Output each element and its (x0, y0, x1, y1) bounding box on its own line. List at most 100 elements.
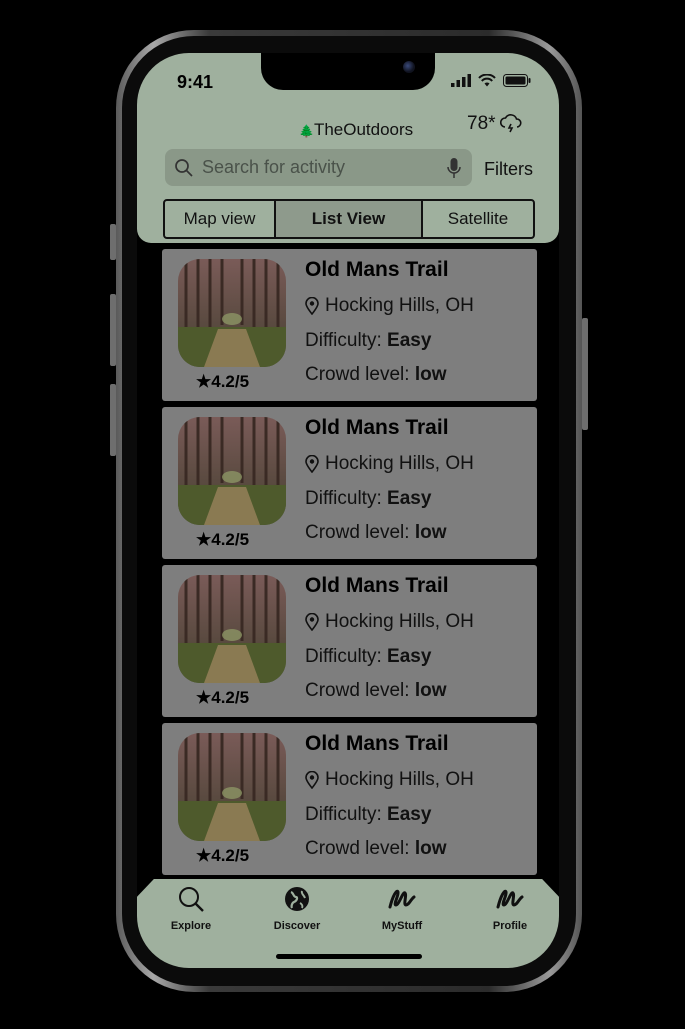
trail-name: Old Mans Trail (305, 574, 449, 597)
rating-value: 4.2/5 (211, 688, 250, 707)
rating-value: 4.2/5 (211, 846, 250, 865)
tab-mystuff[interactable]: MyStuff (362, 885, 442, 932)
crowd-value: low (414, 838, 447, 859)
trail-crowd: Crowd level: low (305, 364, 447, 386)
search-bar[interactable] (165, 149, 472, 186)
trail-crowd: Crowd level: low (305, 680, 447, 702)
signal-icon (451, 74, 471, 87)
camera-icon (403, 61, 415, 73)
tab-explore[interactable]: Explore (151, 885, 231, 932)
view-toggle: Map view List View Satellite (163, 199, 535, 239)
search-icon (175, 158, 193, 177)
trail-rating: ★4.2/5 (196, 372, 249, 392)
volume-up-button (110, 294, 116, 366)
crowd-value: low (414, 522, 447, 543)
screen: 9:41 🌲TheOutdoors 78* Search for activit… (137, 53, 559, 968)
power-button (582, 318, 588, 430)
crowd-label: Crowd level: (305, 364, 410, 385)
tab-label: Profile (492, 920, 528, 932)
rating-value: 4.2/5 (211, 530, 250, 549)
trail-location: Hocking Hills, OH (305, 769, 474, 791)
rating-value: 4.2/5 (211, 372, 250, 391)
trail-rating: ★4.2/5 (196, 846, 249, 866)
star-icon: ★ (196, 688, 212, 707)
trail-thumbnail (178, 733, 286, 841)
trail-card[interactable]: ★4.2/5 Old Mans Trail Hocking Hills, OH … (162, 565, 537, 717)
trail-crowd: Crowd level: low (305, 522, 447, 544)
forest-image (178, 733, 286, 841)
trail-thumbnail (178, 417, 286, 525)
trail-rating: ★4.2/5 (196, 688, 249, 708)
status-icons (451, 74, 531, 87)
trail-card[interactable]: ★4.2/5 Old Mans Trail Hocking Hills, OH … (162, 249, 537, 401)
difficulty-label: Difficulty: (305, 804, 382, 825)
location-label: Hocking Hills, OH (325, 453, 474, 474)
trail-difficulty: Difficulty: Easy (305, 804, 431, 826)
location-label: Hocking Hills, OH (325, 769, 474, 790)
difficulty-value: Easy (387, 804, 432, 825)
trail-rating: ★4.2/5 (196, 530, 249, 550)
tab-map-view[interactable]: Map view (165, 201, 276, 237)
battery-icon (503, 74, 531, 87)
wifi-icon (478, 74, 496, 87)
trail-card[interactable]: ★4.2/5 Old Mans Trail Hocking Hills, OH … (162, 407, 537, 559)
trail-location: Hocking Hills, OH (305, 453, 474, 475)
trail-difficulty: Difficulty: Easy (305, 646, 431, 668)
difficulty-label: Difficulty: (305, 488, 382, 509)
forest-image (178, 259, 286, 367)
tab-profile[interactable]: Profile (470, 885, 550, 932)
search-icon (179, 887, 204, 912)
star-icon: ★ (196, 530, 212, 549)
bottom-tab-bar: Explore Discover MyStuff Profile (137, 879, 559, 968)
app-brand: 🌲TheOutdoors (299, 120, 413, 140)
tab-satellite[interactable]: Satellite (423, 201, 533, 237)
difficulty-value: Easy (387, 330, 432, 351)
crowd-label: Crowd level: (305, 522, 410, 543)
trail-crowd: Crowd level: low (305, 838, 447, 860)
trail-location: Hocking Hills, OH (305, 295, 474, 317)
star-icon: ★ (196, 372, 212, 391)
crowd-value: low (414, 364, 447, 385)
search-input[interactable] (200, 156, 444, 179)
weather-temp: 78* (467, 113, 496, 134)
header: 9:41 🌲TheOutdoors 78* Search for activit… (137, 53, 559, 243)
trail-name: Old Mans Trail (305, 416, 449, 439)
location-label: Hocking Hills, OH (325, 611, 474, 632)
side-button (110, 224, 116, 260)
crowd-label: Crowd level: (305, 838, 410, 859)
cloud-storm-icon (499, 114, 522, 133)
notch (261, 53, 435, 90)
tree-icon: 🌲 (299, 124, 314, 138)
trail-card[interactable]: ★4.2/5 Old Mans Trail Hocking Hills, OH … (162, 723, 537, 875)
crowd-label: Crowd level: (305, 680, 410, 701)
mic-icon[interactable] (447, 157, 461, 179)
trail-location: Hocking Hills, OH (305, 611, 474, 633)
trail-thumbnail (178, 575, 286, 683)
scribble-icon (388, 889, 416, 909)
location-pin-icon (305, 771, 319, 789)
home-indicator[interactable] (276, 954, 422, 959)
brand-label: TheOutdoors (313, 120, 414, 139)
volume-down-button (110, 384, 116, 456)
difficulty-label: Difficulty: (305, 330, 382, 351)
forest-image (178, 417, 286, 525)
globe-icon (285, 887, 309, 911)
tab-discover[interactable]: Discover (257, 885, 337, 932)
tab-list-view[interactable]: List View (276, 201, 423, 237)
crowd-value: low (414, 680, 447, 701)
tab-label: Explore (170, 920, 212, 932)
trail-difficulty: Difficulty: Easy (305, 330, 431, 352)
trail-name: Old Mans Trail (305, 258, 449, 281)
tab-label: Discover (273, 920, 321, 932)
trail-list: ★4.2/5 Old Mans Trail Hocking Hills, OH … (162, 249, 537, 881)
trail-difficulty: Difficulty: Easy (305, 488, 431, 510)
difficulty-label: Difficulty: (305, 646, 382, 667)
weather-widget[interactable]: 78* (467, 113, 522, 135)
difficulty-value: Easy (387, 646, 432, 667)
location-pin-icon (305, 455, 319, 473)
filters-button[interactable]: Filters (484, 159, 533, 180)
scribble-icon (496, 889, 524, 909)
status-time: 9:41 (177, 72, 214, 92)
forest-image (178, 575, 286, 683)
location-pin-icon (305, 297, 319, 315)
